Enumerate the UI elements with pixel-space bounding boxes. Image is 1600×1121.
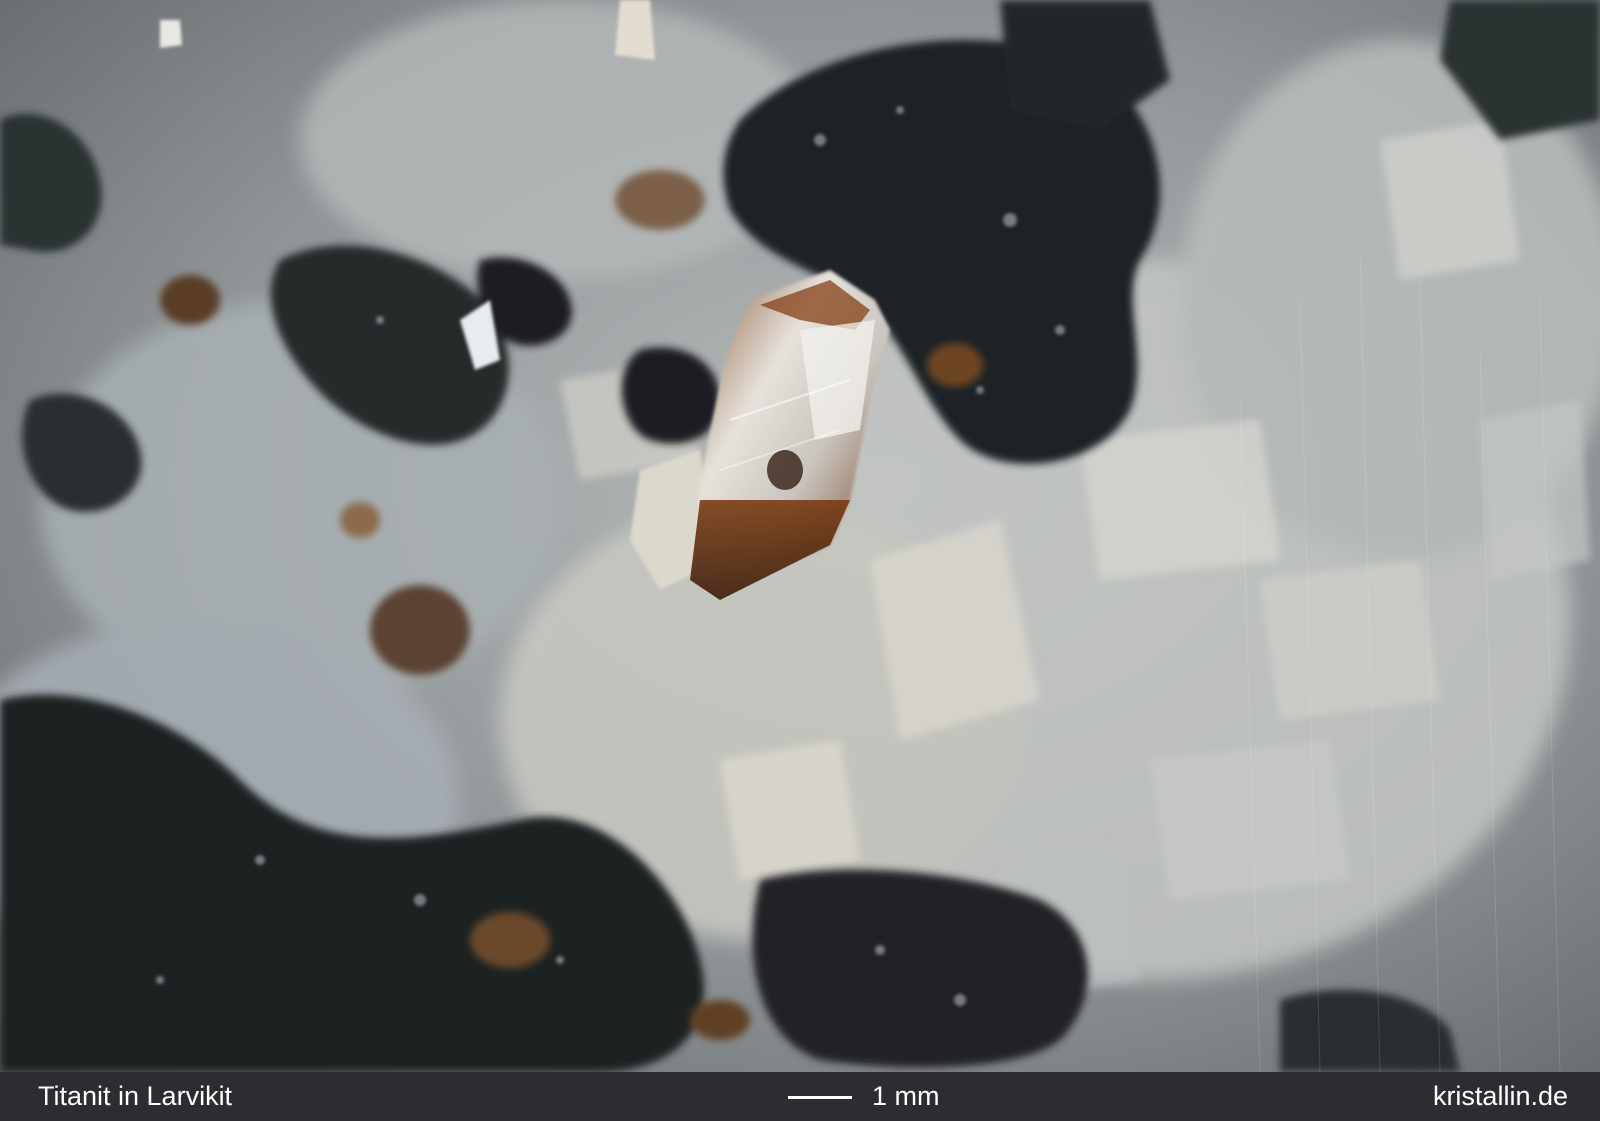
caption-bar: Titanit in Larvikit 1 mm kristallin.de <box>0 1072 1600 1121</box>
specimen-photo <box>0 0 1600 1072</box>
image-frame: Titanit in Larvikit 1 mm kristallin.de <box>0 0 1600 1121</box>
scale-label: 1 mm <box>872 1081 940 1111</box>
specimen-photo-drawing <box>0 0 1600 1072</box>
specimen-title: Titanit in Larvikit <box>38 1081 233 1111</box>
scale-line <box>788 1096 852 1099</box>
scale-bar: 1 mm <box>788 1081 940 1112</box>
credit-text: kristallin.de <box>1432 1081 1568 1111</box>
